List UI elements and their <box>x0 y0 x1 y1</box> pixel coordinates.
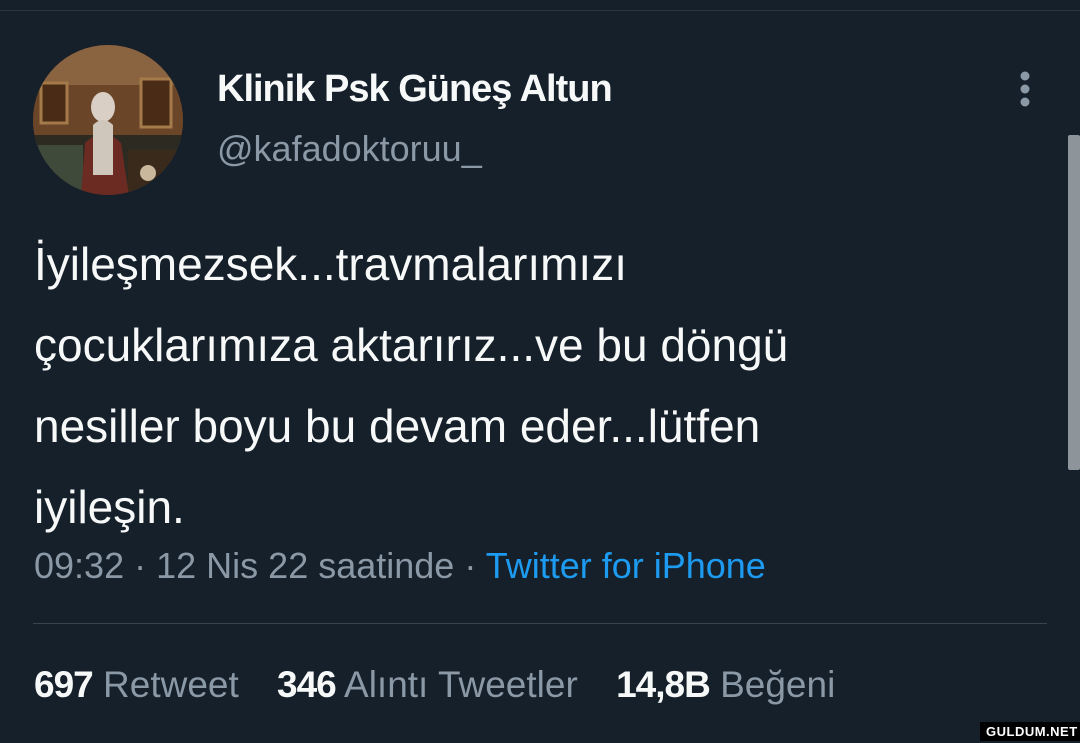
scrollbar[interactable] <box>1068 135 1080 470</box>
top-divider <box>0 10 1080 11</box>
likes-stat[interactable]: 14,8B Beğeni <box>616 664 835 705</box>
retweets-stat[interactable]: 697 Retweet <box>34 664 239 705</box>
avatar[interactable] <box>33 45 183 195</box>
tweet-date[interactable]: 12 Nis 22 saatinde <box>156 545 454 586</box>
like-label: Beğeni <box>720 664 836 705</box>
more-options-button[interactable] <box>1008 70 1042 110</box>
quotes-stat[interactable]: 346 Alıntı Tweetler <box>277 664 578 705</box>
tweet-source-link[interactable]: Twitter for iPhone <box>486 545 766 586</box>
tweet-stats: 697 Retweet 346 Alıntı Tweetler 14,8B Be… <box>34 664 863 706</box>
tweet-line: çocuklarımıza aktarırız...ve bu döngü <box>34 319 789 371</box>
tweet-line: iyileşin. <box>34 481 185 533</box>
meta-separator: · <box>134 545 147 586</box>
tweet-meta: 09:32 · 12 Nis 22 saatinde · Twitter for… <box>34 545 766 587</box>
like-count: 14,8B <box>616 664 711 705</box>
display-name[interactable]: Klinik Psk Güneş Altun <box>217 68 613 111</box>
stats-divider <box>33 623 1047 624</box>
tweet-text: İyileşmezsek...travmalarımızı çocuklarım… <box>34 224 1024 548</box>
quote-label: Alıntı Tweetler <box>344 664 578 705</box>
tweet-line: nesiller boyu bu devam eder...lütfen <box>34 400 761 452</box>
quote-count: 346 <box>277 664 337 705</box>
avatar-photo <box>33 45 183 195</box>
watermark: GULDUM.NET <box>980 722 1080 741</box>
tweet-time[interactable]: 09:32 <box>34 545 124 586</box>
meta-separator: · <box>464 545 477 586</box>
retweet-label: Retweet <box>103 664 239 705</box>
tweet-line: İyileşmezsek...travmalarımızı <box>34 238 627 290</box>
retweet-count: 697 <box>34 664 94 705</box>
more-vertical-icon <box>1020 71 1030 107</box>
user-handle[interactable]: @kafadoktoruu_ <box>217 128 482 170</box>
